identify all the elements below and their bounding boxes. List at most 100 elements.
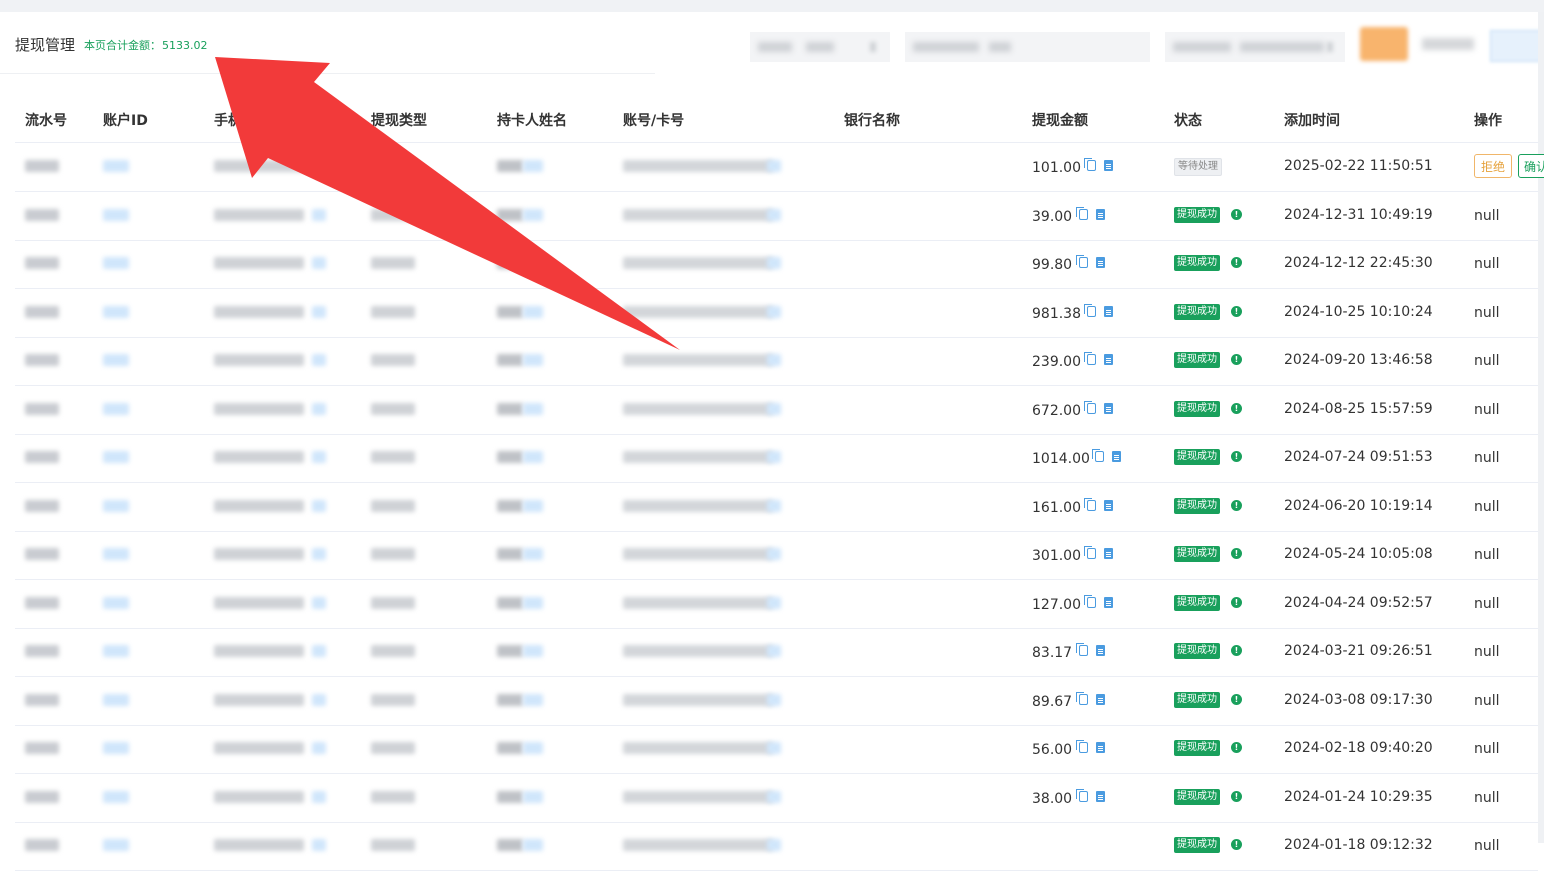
reset-button[interactable]	[1422, 38, 1474, 50]
cardholder-copy[interactable]	[523, 548, 543, 560]
document-icon[interactable]	[1096, 693, 1105, 705]
phone-copy[interactable]	[312, 257, 326, 269]
card-copy[interactable]	[767, 839, 781, 851]
document-icon[interactable]	[1096, 742, 1105, 753]
document-icon[interactable]	[1096, 790, 1105, 802]
copy-icon[interactable]	[1083, 352, 1096, 365]
phone-copy[interactable]	[312, 596, 326, 609]
info-dot-icon[interactable]: !	[1231, 305, 1242, 317]
copy-icon[interactable]	[1083, 303, 1096, 317]
phone-copy[interactable]	[312, 645, 326, 657]
cardholder-copy[interactable]	[523, 499, 543, 512]
phone-copy[interactable]	[312, 499, 326, 512]
copy-icon[interactable]	[1083, 497, 1096, 511]
phone-copy[interactable]	[312, 208, 326, 221]
account-id-link[interactable]	[103, 839, 129, 851]
info-dot-icon[interactable]: !	[1231, 596, 1242, 608]
phone-copy[interactable]	[312, 305, 326, 318]
export-button[interactable]	[1490, 30, 1544, 62]
card-copy[interactable]	[767, 305, 781, 318]
copy-icon[interactable]	[1076, 255, 1088, 268]
card-copy[interactable]	[767, 548, 781, 560]
copy-icon[interactable]	[1091, 449, 1104, 462]
cardholder-copy[interactable]	[523, 257, 543, 269]
account-id-link[interactable]	[103, 354, 129, 366]
cardholder-copy[interactable]	[523, 693, 543, 706]
account-id-link[interactable]	[103, 208, 129, 221]
account-id-link[interactable]	[103, 790, 129, 803]
search-button[interactable]	[1360, 27, 1408, 61]
cardholder-copy[interactable]	[523, 354, 543, 366]
info-dot-icon[interactable]: !	[1231, 257, 1242, 268]
phone-copy[interactable]	[312, 790, 326, 803]
filter-keyword-input[interactable]	[905, 32, 1150, 62]
document-icon[interactable]	[1096, 208, 1105, 220]
document-icon[interactable]	[1103, 160, 1113, 171]
phone-copy[interactable]	[312, 548, 326, 560]
card-copy[interactable]	[767, 645, 781, 657]
card-copy[interactable]	[767, 160, 781, 172]
document-icon[interactable]	[1103, 354, 1113, 365]
document-icon[interactable]	[1103, 499, 1113, 511]
copy-icon[interactable]	[1083, 400, 1096, 414]
card-copy[interactable]	[767, 742, 781, 754]
copy-icon[interactable]	[1076, 788, 1088, 802]
info-dot-icon[interactable]: !	[1231, 451, 1242, 462]
document-icon[interactable]	[1103, 305, 1113, 317]
account-id-link[interactable]	[103, 693, 129, 706]
cardholder-copy[interactable]	[523, 596, 543, 609]
account-id-link[interactable]	[103, 257, 129, 269]
phone-copy[interactable]	[312, 693, 326, 706]
info-dot-icon[interactable]: !	[1231, 790, 1242, 802]
copy-icon[interactable]	[1076, 740, 1088, 753]
card-copy[interactable]	[767, 354, 781, 366]
copy-icon[interactable]	[1083, 546, 1096, 559]
filter-type-select[interactable]	[1165, 32, 1345, 62]
account-id-link[interactable]	[103, 160, 129, 172]
info-dot-icon[interactable]: !	[1231, 742, 1242, 753]
account-id-link[interactable]	[103, 548, 129, 560]
cardholder-copy[interactable]	[523, 451, 543, 463]
document-icon[interactable]	[1103, 402, 1113, 414]
document-icon[interactable]	[1111, 451, 1121, 462]
info-dot-icon[interactable]: !	[1231, 354, 1242, 365]
cardholder-copy[interactable]	[523, 839, 543, 851]
card-copy[interactable]	[767, 693, 781, 706]
card-copy[interactable]	[767, 499, 781, 512]
copy-icon[interactable]	[1083, 594, 1096, 608]
account-id-link[interactable]	[103, 402, 129, 415]
document-icon[interactable]	[1096, 257, 1105, 268]
copy-icon[interactable]	[1076, 643, 1088, 656]
info-dot-icon[interactable]: !	[1231, 402, 1242, 414]
info-dot-icon[interactable]: !	[1231, 548, 1242, 559]
info-dot-icon[interactable]: !	[1231, 693, 1242, 705]
phone-copy[interactable]	[312, 160, 326, 172]
card-copy[interactable]	[767, 596, 781, 609]
scrollbar[interactable]	[1538, 12, 1544, 843]
reject-button[interactable]: 拒绝	[1474, 154, 1512, 178]
confirm-button[interactable]: 确认	[1518, 154, 1544, 178]
info-dot-icon[interactable]: !	[1231, 839, 1242, 850]
info-dot-icon[interactable]: !	[1231, 208, 1242, 220]
cardholder-copy[interactable]	[523, 402, 543, 415]
account-id-link[interactable]	[103, 499, 129, 512]
copy-icon[interactable]	[1076, 206, 1088, 220]
phone-copy[interactable]	[312, 354, 326, 366]
account-id-link[interactable]	[103, 305, 129, 318]
account-id-link[interactable]	[103, 742, 129, 754]
cardholder-copy[interactable]	[523, 790, 543, 803]
card-copy[interactable]	[767, 257, 781, 269]
cardholder-copy[interactable]	[523, 742, 543, 754]
copy-icon[interactable]	[1076, 691, 1088, 705]
info-dot-icon[interactable]: !	[1231, 499, 1242, 511]
document-icon[interactable]	[1096, 645, 1105, 656]
document-icon[interactable]	[1103, 548, 1113, 559]
account-id-link[interactable]	[103, 596, 129, 609]
account-id-link[interactable]	[103, 451, 129, 463]
phone-copy[interactable]	[312, 839, 326, 851]
cardholder-copy[interactable]	[523, 208, 543, 221]
document-icon[interactable]	[1103, 596, 1113, 608]
card-copy[interactable]	[767, 208, 781, 221]
phone-copy[interactable]	[312, 742, 326, 754]
card-copy[interactable]	[767, 451, 781, 463]
